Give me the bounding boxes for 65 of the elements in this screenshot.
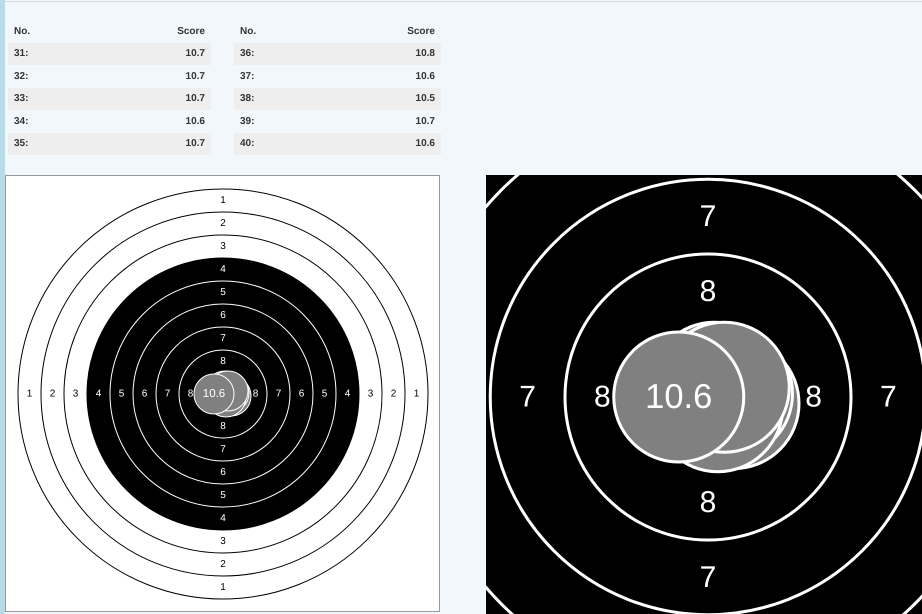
column-header: No. (240, 25, 256, 39)
shot-number: 35: (14, 137, 28, 152)
ring-number: 7 (700, 200, 716, 234)
shot-score: 10.7 (186, 47, 205, 62)
ring-number: 7 (519, 380, 536, 414)
ring-number: 4 (344, 388, 350, 400)
shot-number: 39: (240, 114, 254, 129)
ring-number: 4 (220, 264, 226, 275)
shot-score: 10.8 (416, 47, 435, 62)
ring-number: 3 (72, 388, 78, 400)
shot-number: 40: (240, 137, 254, 152)
ring-number: 4 (220, 513, 226, 524)
ring-number: 7 (220, 444, 226, 455)
ring-number: 7 (276, 388, 282, 400)
ring-number: 4 (96, 388, 102, 400)
ring-number: 6 (298, 388, 304, 400)
ring-number: 5 (220, 287, 226, 298)
ring-number: 3 (368, 388, 374, 400)
shot-number: 36: (240, 47, 254, 62)
ring-number: 8 (252, 388, 258, 400)
ring-number: 2 (220, 559, 226, 570)
shot-score: 10.7 (186, 92, 205, 106)
shot-number: 38: (240, 92, 254, 106)
ring-number: 6 (220, 467, 226, 478)
ring-number: 6 (142, 388, 148, 400)
ring-number: 6 (220, 310, 226, 321)
shot-score: 10.5 (416, 92, 435, 106)
ring-number: 2 (220, 218, 226, 229)
ring-number: 2 (50, 388, 56, 400)
ring-number: 7 (700, 560, 716, 594)
ring-number: 8 (188, 388, 194, 400)
ring-number: 7 (220, 333, 226, 344)
ring-number: 5 (322, 388, 328, 400)
ring-number: 7 (880, 380, 897, 414)
ring-number: 8 (220, 421, 226, 432)
ring-number: 8 (700, 486, 716, 520)
shot-score: 10.6 (186, 114, 205, 129)
shot-number: 31: (14, 47, 28, 62)
column-header: Score (177, 25, 205, 39)
shot-score: 10.7 (186, 137, 205, 152)
ring-number: 1 (26, 388, 32, 400)
ring-number: 1 (220, 195, 226, 206)
column-header: Score (407, 25, 435, 39)
column-header: No. (14, 25, 30, 39)
ring-number: 7 (164, 388, 170, 400)
ring-number: 8 (805, 380, 822, 414)
ring-number: 8 (700, 274, 716, 308)
ring-number: 3 (220, 241, 226, 252)
shot-number: 33: (14, 92, 28, 106)
ring-number: 1 (220, 582, 226, 593)
ring-number: 8 (594, 380, 611, 414)
ring-number: 5 (220, 490, 226, 501)
ring-number: 1 (414, 388, 420, 400)
shot-hole: 10.6 (612, 330, 746, 464)
shot-number: 32: (14, 70, 28, 84)
shot-score: 10.7 (186, 70, 205, 84)
shot-score: 10.6 (416, 137, 435, 152)
shot-score: 10.6 (416, 70, 435, 84)
ring-number: 8 (220, 356, 226, 367)
shot-score: 10.7 (416, 114, 435, 129)
shot-number: 37: (240, 70, 254, 84)
ring-number: 5 (118, 388, 124, 400)
shot-number: 34: (14, 114, 28, 129)
ring-number: 3 (220, 536, 226, 547)
ring-number: 2 (390, 388, 396, 400)
